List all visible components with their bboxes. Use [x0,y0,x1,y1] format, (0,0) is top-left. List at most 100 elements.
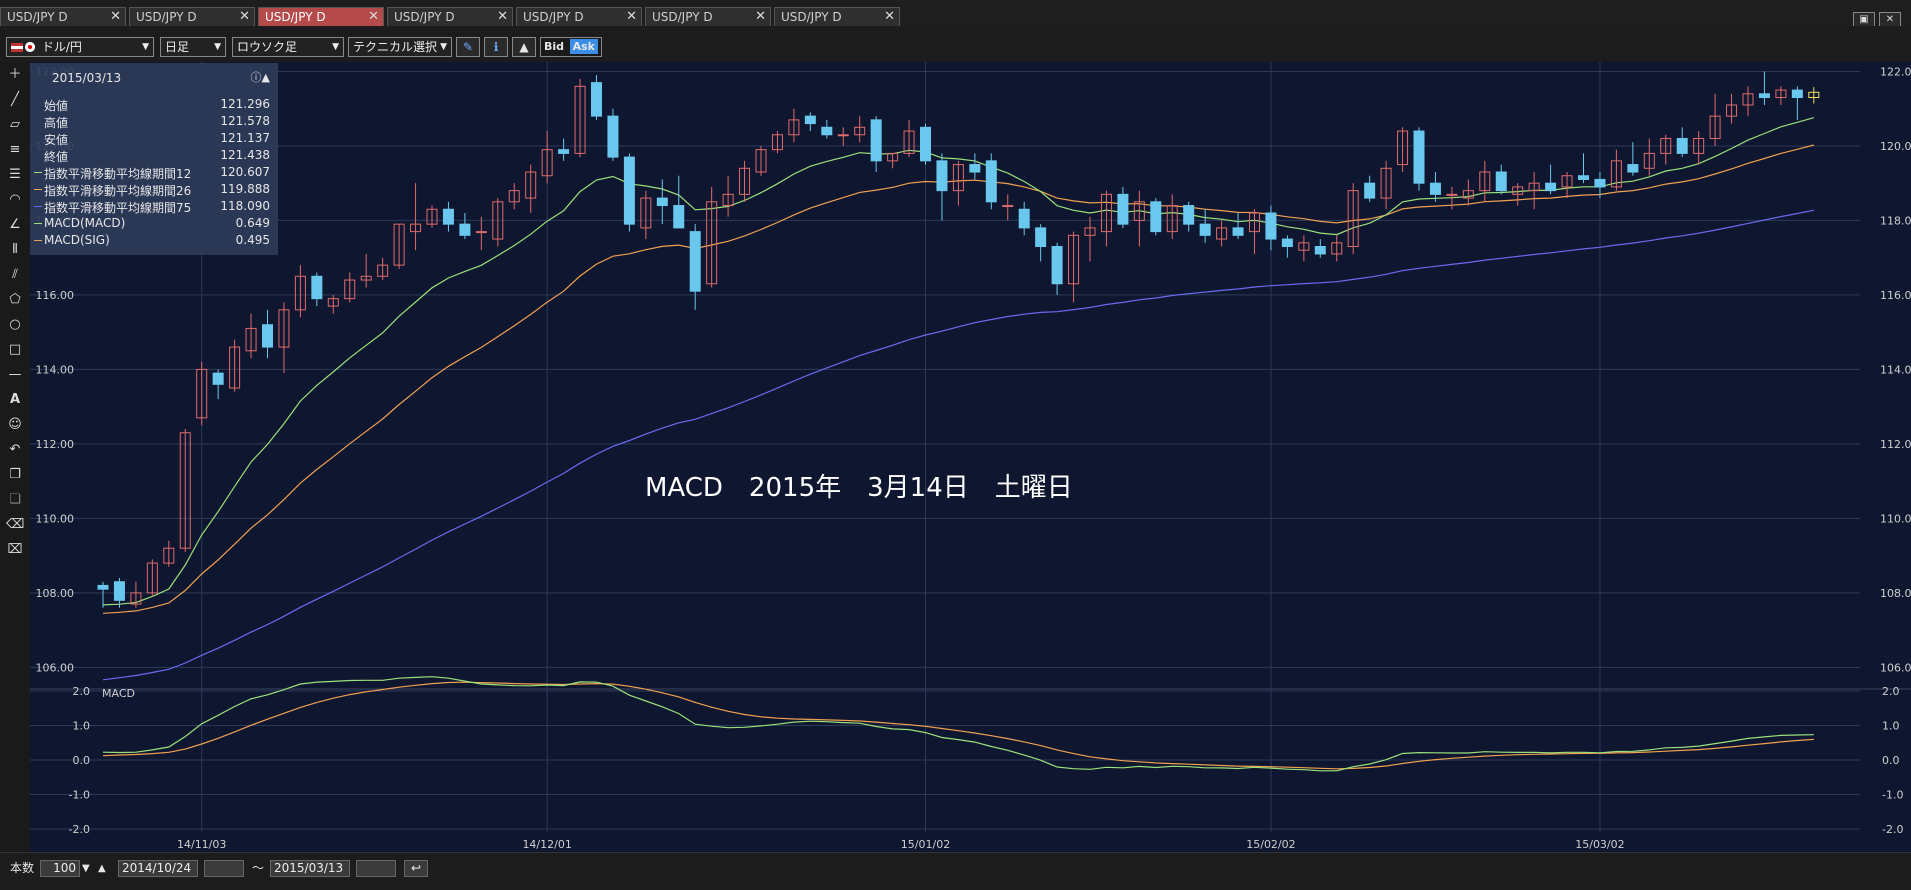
candle-body [1496,172,1506,191]
price-tick-label-left: 110.00 [36,512,75,525]
trendline-icon[interactable]: ╱ [6,91,24,109]
bar-count-input[interactable]: 100 [40,860,80,877]
text-icon[interactable]: A [6,391,24,409]
macd-tick-label-left: -1.0 [69,789,90,802]
rectangle-icon[interactable]: □ [6,341,24,359]
decrement-icon[interactable]: ▼ [82,860,90,877]
price-chart[interactable]: 122.00122.00120.00120.00118.00118.00116.… [30,62,1911,852]
tab-label: USD/JPY D [781,10,842,24]
candle-body [921,127,931,161]
eraser-all-icon[interactable]: ⌧ [6,541,24,559]
jp-flag-icon [25,42,35,52]
close-tab-icon[interactable]: ✕ [110,8,121,26]
candle-body [1759,94,1769,98]
chart-style-select[interactable]: ロウソク足 ▼ [232,37,344,57]
date-tick-label: 14/12/01 [522,838,571,851]
undo-icon[interactable]: ↶ [6,441,24,459]
pentagon-icon[interactable]: ⬠ [6,291,24,309]
candle-body [624,157,634,224]
circle-icon[interactable]: ○ [6,316,24,334]
macd-tick-label-left: 2.0 [73,685,91,698]
copy-icon[interactable]: ❐ [6,466,24,484]
tab-1[interactable]: USD/JPY D✕ [0,7,126,26]
angle-icon[interactable]: ∠ [6,216,24,234]
tab-3[interactable]: USD/JPY D✕ [258,7,384,26]
fibonacci-icon[interactable]: ☰ [6,166,24,184]
tab-label: USD/JPY D [523,10,584,24]
currency-pair-select[interactable]: ドル/円 ▼ [6,37,154,57]
price-tick-label: 108.00 [1880,587,1911,600]
paste-icon[interactable]: ❏ [6,491,24,509]
horizontal-lines-icon[interactable]: ≡ [6,141,24,159]
increment-icon[interactable]: ▲ [98,860,106,877]
eraser-icon[interactable]: ⌫ [6,516,24,534]
candle-body [1118,194,1128,224]
to-time-input[interactable] [356,860,396,877]
window-controls: ▣✕ [1849,7,1901,28]
tab-label: USD/JPY D [394,10,455,24]
close-tab-icon[interactable]: ✕ [626,8,637,26]
stamp-icon[interactable]: ☺ [6,416,24,434]
candle-body [1430,183,1440,194]
candle-body [1266,213,1276,239]
info-label: 指数平滑移動平均線期間12 [44,165,191,182]
price-tick-label: 106.00 [1880,661,1911,674]
vertical-lines-icon[interactable]: ⦀ [6,241,24,259]
chevron-down-icon: ▼ [440,38,447,56]
info-row: 高値121.578 [44,114,270,130]
macd-tick-label-left: 0.0 [73,754,91,767]
from-date-input[interactable]: 2014/10/24 [118,860,198,877]
pen-tool-button[interactable]: ✎ [456,37,480,57]
tab-7[interactable]: USD/JPY D ✕ [774,7,900,26]
candle-body [805,116,815,123]
area-chart-button[interactable]: ▲ [512,37,536,57]
close-tab-icon[interactable]: ✕ [755,8,766,26]
tab-5[interactable]: USD/JPY D ✕ [516,7,642,26]
info-value: 121.137 [220,131,270,145]
bid-ask-toggle[interactable]: Bid Ask [540,37,602,57]
price-tick-label: 122.00 [1880,65,1911,78]
price-tick-label-left: 116.00 [36,289,75,302]
technical-select[interactable]: テクニカル選択 ▼ [348,37,452,57]
candle-body [559,150,569,154]
fan-icon[interactable]: ◠ [6,191,24,209]
candle-body [443,209,453,224]
reset-icon[interactable]: ↩ [404,860,428,877]
price-tick-label-left: 108.00 [36,587,75,600]
info-value: 119.888 [220,182,270,196]
tab-6[interactable]: USD/JPY D✕ [645,7,771,26]
candle-body [970,165,980,172]
candle-body [871,120,881,161]
close-tab-icon[interactable]: ✕ [497,8,508,26]
to-date-input[interactable]: 2015/03/13 [270,860,350,877]
tab-bar: USD/JPY D✕USD/JPY D✕USD/JPY D✕USD/JPY D✕… [0,0,1911,27]
drawing-tools: ＋ ╱ ▱ ≡ ☰ ◠ ∠ ⦀ ⫽ ⬠ ○ □ — A ☺ ↶ ❐ ❏ ⌫ ⌧ [0,62,31,852]
bar-count-label: 本数 [10,860,34,877]
price-tick-label-left: 106.00 [36,661,75,674]
tab-4[interactable]: USD/JPY D ✕ [387,7,513,26]
candle-body [1151,202,1161,232]
close-tab-icon[interactable]: ✕ [368,8,379,26]
series-swatch [34,240,42,241]
info-button[interactable]: ℹ [484,37,508,57]
tab-2[interactable]: USD/JPY D✕ [129,7,255,26]
close-tab-icon[interactable]: ✕ [884,8,895,26]
close-tab-icon[interactable]: ✕ [239,8,250,26]
timeframe-select[interactable]: 日足 ▼ [160,37,226,57]
series-swatch [34,206,42,207]
info-value: 121.296 [220,97,270,111]
info-value: 118.090 [220,199,270,213]
line-icon[interactable]: — [6,366,24,384]
ruler-icon[interactable]: ▱ [6,116,24,134]
info-row: 安値121.137 [44,131,270,147]
price-tick-label-left: 112.00 [36,438,75,451]
channel-icon[interactable]: ⫽ [6,266,24,284]
info-collapse-icon[interactable]: ⓘ▲ [251,69,270,85]
chart-area[interactable]: 122.00122.00120.00120.00118.00118.00116.… [30,62,1911,852]
from-time-input[interactable] [204,860,244,877]
candle-body [986,161,996,202]
candles [98,71,1819,607]
info-row: 指数平滑移動平均線期間75118.090 [44,199,270,215]
candle-body [476,232,486,233]
crosshair-icon[interactable]: ＋ [6,66,24,84]
